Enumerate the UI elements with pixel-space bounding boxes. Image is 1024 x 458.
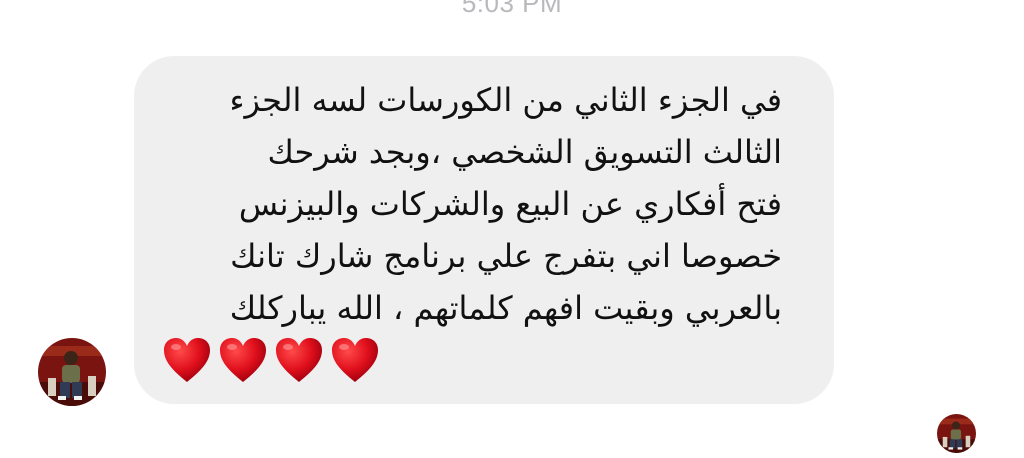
message-line: بالعربي وبقيت افهم كلماتهم ، الله يباركل… [229,289,782,327]
red-heart-icon [164,338,210,382]
message-line: الثالث التسويق الشخصي ،وبجد شرحك [267,133,783,171]
seen-receipt-avatar [937,414,976,453]
message-line: خصوصا اني بتفرج علي برنامج شارك تانك [230,237,782,275]
red-heart-icon [332,338,378,382]
person-photo-icon [937,414,976,453]
chat-screen: 5:03 PM في الجزء الثاني من الكورسات لسه … [0,0,1024,458]
sender-avatar[interactable] [38,338,106,406]
person-photo-icon [38,338,106,406]
heart-emoji-row [162,336,380,386]
red-heart-icon [220,338,266,382]
message-line: فتح أفكاري عن البيع والشركات والبيزنس [238,185,782,223]
message-line: في الجزء الثاني من الكورسات لسه الجزء [229,81,782,119]
message-timestamp: 5:03 PM [461,0,563,18]
message-text: في الجزء الثاني من الكورسات لسه الجزء ال… [162,74,782,334]
red-heart-icon [276,338,322,382]
